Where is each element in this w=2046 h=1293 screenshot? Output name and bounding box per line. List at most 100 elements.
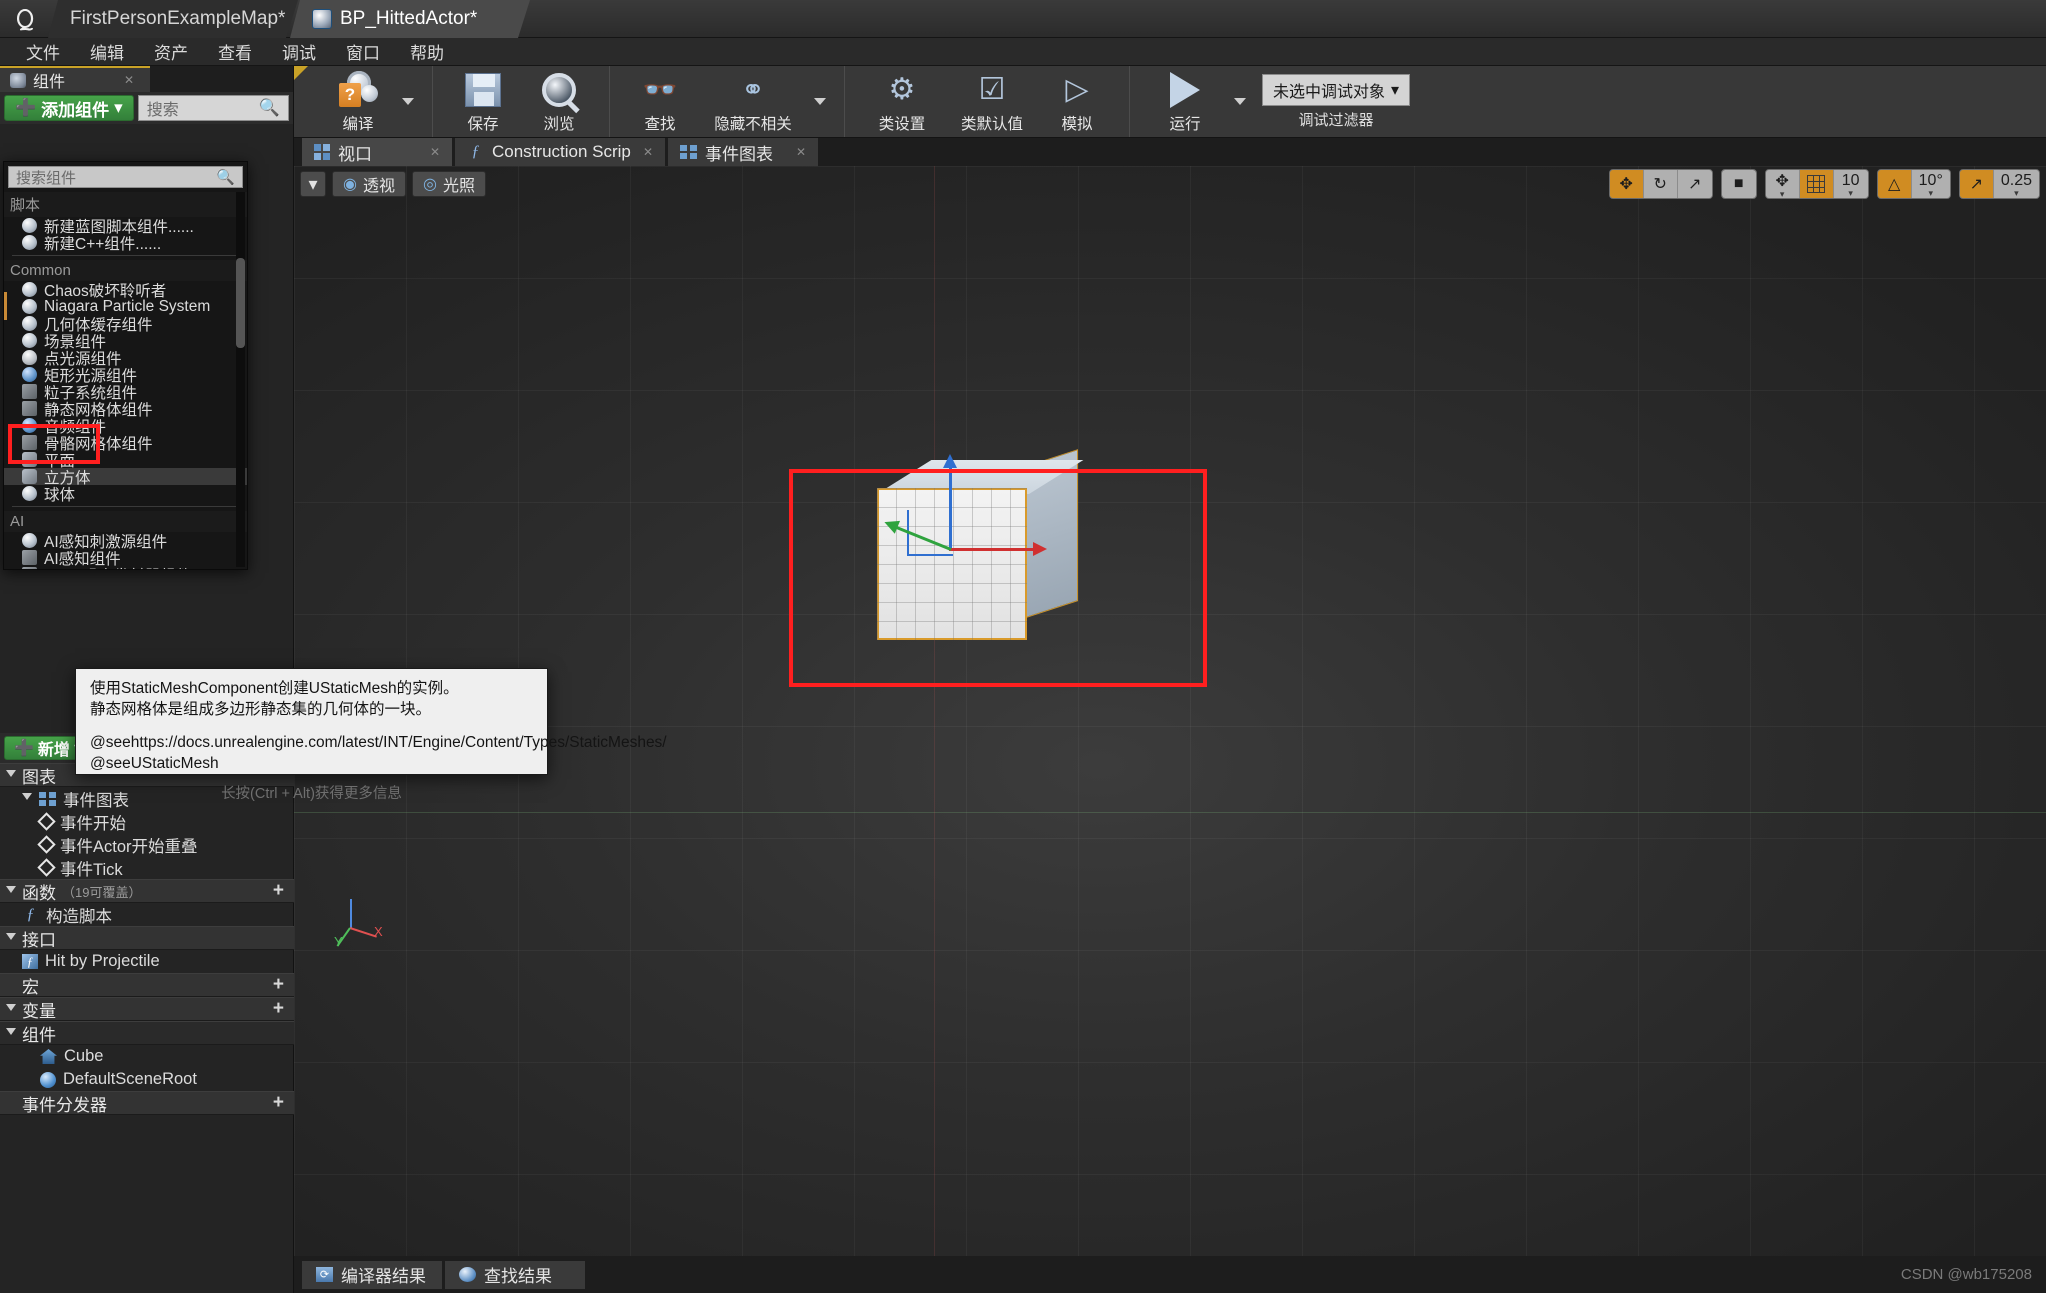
event-node-icon <box>37 812 56 831</box>
dropdown-item-ai-stimuli-source[interactable]: AI感知刺激源组件 <box>4 532 247 551</box>
close-icon[interactable]: ✕ <box>124 73 134 87</box>
cpp-component-icon <box>22 235 37 250</box>
menu-view[interactable]: 查看 <box>204 36 266 67</box>
menu-file[interactable]: 文件 <box>12 36 74 67</box>
tooltip-spacer <box>90 721 533 733</box>
dropdown-item-geometry-cache[interactable]: 几何体缓存组件 <box>4 315 247 334</box>
surface-snap-button[interactable]: ✥ ▾ <box>1765 170 1800 198</box>
section-event-dispatchers[interactable]: 事件分发器 + <box>0 1091 294 1115</box>
dropdown-item-sphere[interactable]: 球体 <box>4 485 247 504</box>
move-tool-button[interactable]: ✥ <box>1609 170 1644 198</box>
rect-light-icon <box>22 367 37 382</box>
dropdown-item-label: 球体 <box>44 486 76 504</box>
menu-edit[interactable]: 编辑 <box>76 36 138 67</box>
compile-icon: ? <box>337 70 379 110</box>
viewport-3d[interactable]: X Y <box>294 166 2046 1256</box>
sphere-icon <box>22 333 37 348</box>
section-components[interactable]: 组件 <box>0 1021 294 1045</box>
dropdown-search-input[interactable]: 搜索组件 🔍 <box>8 166 243 188</box>
dropdown-divider <box>12 506 239 507</box>
close-icon[interactable]: ✕ <box>796 145 806 159</box>
section-functions-label: 函数 <box>22 883 56 903</box>
dropdown-item-new-cpp[interactable]: 新建C++组件...... <box>4 234 247 253</box>
debug-object-group: 未选中调试对象 ▾ 调试过滤器 <box>1252 73 1420 130</box>
dropdown-item-cube[interactable]: 立方体 <box>4 468 247 487</box>
angle-snap-value[interactable]: 10° ▾ <box>1911 170 1950 198</box>
dropdown-item-skeletal-mesh[interactable]: 骨骼网格体组件 <box>4 434 247 453</box>
add-macro-button[interactable]: + <box>273 974 284 996</box>
add-component-dropdown[interactable]: 搜索组件 🔍 脚本 新建蓝图脚本组件...... 新建C++组件...... C… <box>3 161 248 570</box>
window-tab-blueprint[interactable]: BP_HittedActor* <box>290 0 530 38</box>
class-defaults-button[interactable]: ☑ 类默认值 <box>947 68 1037 136</box>
list-item-default-scene-root[interactable]: DefaultSceneRoot <box>0 1068 294 1091</box>
angle-snap-toggle[interactable]: △ <box>1877 170 1912 198</box>
dropdown-item-plane[interactable]: 平面 <box>4 451 247 470</box>
list-item-label: 事件Actor开始重叠 <box>60 837 198 856</box>
scale-snap-group: ↗ 0.25 ▾ <box>1958 169 2040 199</box>
list-item-event-begin-play[interactable]: 事件开始 <box>0 810 294 833</box>
tab-event-graph[interactable]: 事件图表 ✕ <box>668 138 818 166</box>
browse-button[interactable]: 浏览 <box>521 68 597 136</box>
window-tab-map[interactable]: FirstPersonExampleMap* <box>48 0 298 38</box>
section-functions[interactable]: 函数 （19可覆盖） + <box>0 879 294 903</box>
class-settings-icon: ⚙ <box>888 73 916 106</box>
compile-button[interactable]: ? 编译 <box>320 68 396 136</box>
components-search-input[interactable]: 搜索 🔍 <box>137 95 289 121</box>
save-button[interactable]: 保存 <box>445 68 521 136</box>
list-item-cube[interactable]: Cube <box>0 1045 294 1068</box>
class-settings-label: 类设置 <box>878 115 926 133</box>
dropdown-scrollbar-track[interactable] <box>236 192 245 567</box>
bottom-tab-row: ⟳ 编译器结果 查找结果 <box>294 1256 2046 1293</box>
browse-label: 浏览 <box>543 115 575 133</box>
dropdown-item-chaos-destruction-listener[interactable]: Chaos破坏聆听者 <box>4 281 247 300</box>
section-variables[interactable]: 变量 + <box>0 997 294 1021</box>
list-item-event-tick[interactable]: 事件Tick <box>0 856 294 879</box>
scale-snap-toggle[interactable]: ↗ <box>1959 170 1994 198</box>
tab-components[interactable]: 组件 ✕ <box>0 66 150 92</box>
section-macros[interactable]: 宏 + <box>0 973 294 997</box>
add-function-button[interactable]: + <box>273 880 284 902</box>
dropdown-scrollbar-thumb[interactable] <box>236 258 245 348</box>
section-interfaces[interactable]: 接口 <box>0 926 294 950</box>
add-component-button[interactable]: ➕ 添加组件 ▾ <box>4 95 134 121</box>
tab-viewport[interactable]: 视口 ✕ <box>302 138 452 166</box>
scale-snap-value[interactable]: 0.25 ▾ <box>1993 170 2039 198</box>
menu-window[interactable]: 窗口 <box>332 36 394 67</box>
plane-icon <box>22 452 37 467</box>
viewport-options-button[interactable]: ▾ <box>300 171 326 197</box>
tab-find-results[interactable]: 查找结果 <box>445 1260 585 1289</box>
section-graphs-label: 图表 <box>22 767 56 787</box>
world-space-button[interactable]: ■ <box>1721 170 1756 198</box>
scale-tool-button[interactable]: ↗ <box>1677 170 1712 198</box>
rotate-tool-button[interactable]: ↻ <box>1643 170 1678 198</box>
grid-snap-toggle[interactable] <box>1799 170 1834 198</box>
dropdown-item-scene-component[interactable]: 场景组件 <box>4 332 247 351</box>
view-mode-perspective-button[interactable]: ◉ 透视 <box>332 171 406 197</box>
run-button[interactable]: 运行 <box>1142 68 1228 136</box>
close-icon[interactable]: ✕ <box>643 145 653 159</box>
hide-unrelated-chevron-icon[interactable] <box>814 98 826 105</box>
dropdown-item-static-mesh[interactable]: 静态网格体组件 <box>4 400 247 419</box>
tab-construction-script[interactable]: ƒ Construction Scrip ✕ <box>455 138 665 166</box>
dropdown-item-pawn-noise-emitter[interactable]: Pawn噪点发射器组件 <box>4 566 247 569</box>
menu-help[interactable]: 帮助 <box>396 36 458 67</box>
run-options-chevron-icon[interactable] <box>1234 98 1246 105</box>
add-variable-button[interactable]: + <box>273 998 284 1020</box>
view-mode-lit-button[interactable]: ◎ 光照 <box>411 171 486 197</box>
list-item-hit-by-projectile[interactable]: ƒ Hit by Projectile <box>0 950 294 973</box>
class-settings-button[interactable]: ⚙ 类设置 <box>857 68 947 136</box>
list-item-event-actor-begin-overlap[interactable]: 事件Actor开始重叠 <box>0 833 294 856</box>
close-icon[interactable]: ✕ <box>430 145 440 159</box>
debug-object-select[interactable]: 未选中调试对象 ▾ <box>1262 73 1411 106</box>
find-button[interactable]: 👓 查找 <box>622 68 698 136</box>
simulate-button[interactable]: ▷ 模拟 <box>1037 68 1117 136</box>
menu-asset[interactable]: 资产 <box>140 36 202 67</box>
compile-options-chevron-icon[interactable] <box>402 98 414 105</box>
tab-compiler-results[interactable]: ⟳ 编译器结果 <box>302 1260 442 1289</box>
menu-debug[interactable]: 调试 <box>268 36 330 67</box>
function-icon: ƒ <box>26 905 35 923</box>
hide-unrelated-button[interactable]: ⚭ 隐藏不相关 <box>698 68 808 136</box>
grid-snap-value[interactable]: 10 ▾ <box>1833 170 1868 198</box>
add-event-dispatcher-button[interactable]: + <box>273 1092 284 1114</box>
list-item-construction-script[interactable]: ƒ 构造脚本 <box>0 903 294 926</box>
